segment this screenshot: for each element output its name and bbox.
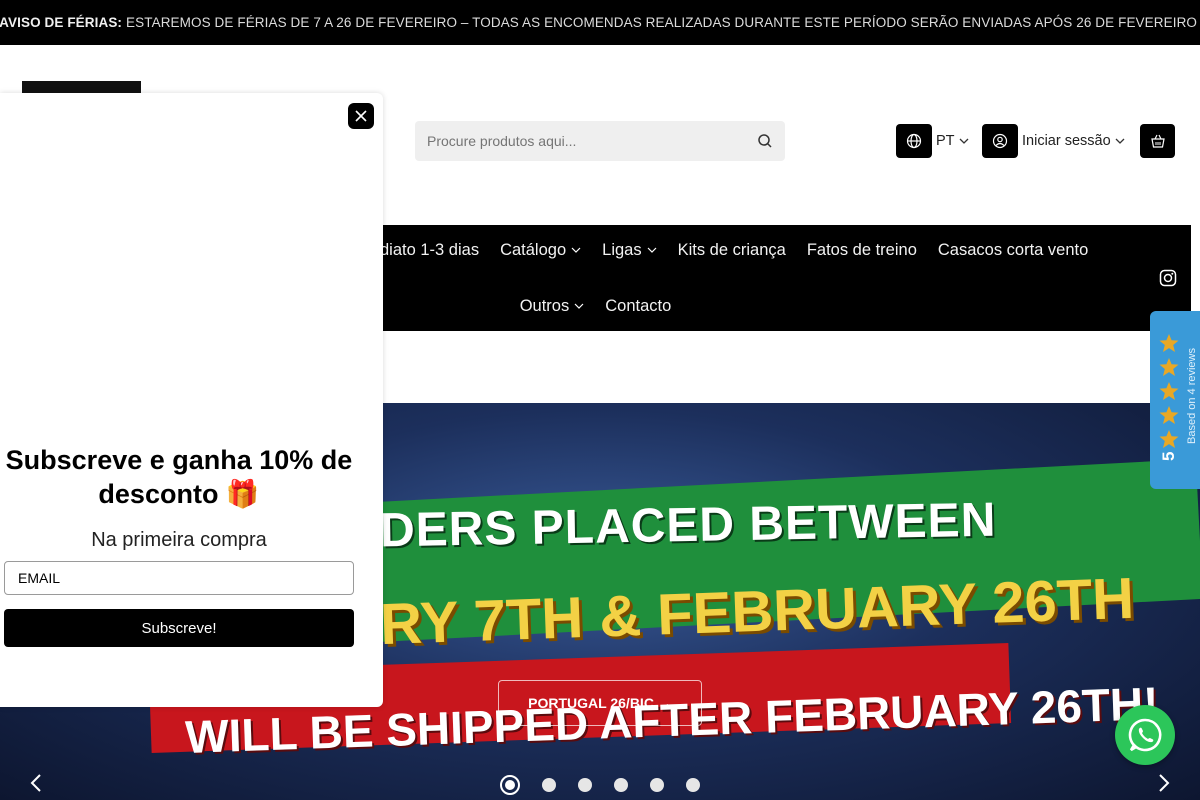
subscribe-button[interactable]: Subscreve!: [4, 609, 354, 647]
nav-item-fatos-treino[interactable]: Fatos de treino: [807, 241, 917, 260]
whatsapp-button[interactable]: [1115, 705, 1175, 765]
login-label: Iniciar sessão: [1022, 133, 1111, 149]
chevron-down-icon: [647, 247, 657, 253]
star-icon: [1159, 406, 1179, 424]
star-icon: [1159, 334, 1179, 352]
popup-title: Subscreve e ganha 10% de desconto 🎁: [5, 445, 353, 509]
announcement-label: AVISO DE FÉRIAS:: [0, 15, 123, 30]
newsletter-popup: Subscreve e ganha 10% de desconto 🎁 Na p…: [0, 93, 383, 707]
cart-button[interactable]: [1140, 124, 1175, 158]
slide-dot[interactable]: [542, 778, 556, 792]
search-icon[interactable]: [757, 133, 773, 149]
whatsapp-icon: [1128, 718, 1162, 752]
reviews-badge[interactable]: Based on 4 reviews 5: [1150, 311, 1200, 489]
globe-icon[interactable]: [896, 124, 932, 158]
slide-dot[interactable]: [686, 778, 700, 792]
language-selector[interactable]: PT: [896, 124, 969, 158]
nav-item-ligas[interactable]: Ligas: [602, 241, 657, 260]
nav-item-kits-crianca[interactable]: Kits de criança: [678, 241, 786, 260]
instagram-icon[interactable]: [1159, 269, 1177, 287]
slide-dot[interactable]: [500, 775, 520, 795]
language-label: PT: [936, 133, 955, 149]
nav-item-outros[interactable]: Outros: [520, 297, 585, 316]
search-input[interactable]: [427, 133, 757, 149]
announcement-bar: 🔥🌴 AVISO DE FÉRIAS: ESTAREMOS DE FÉRIAS …: [0, 0, 1200, 45]
chevron-down-icon: [574, 303, 584, 309]
reviews-count-text: Based on 4 reviews: [1186, 348, 1198, 444]
search-bar: [415, 121, 785, 161]
basket-icon[interactable]: [1140, 124, 1175, 158]
star-icon: [1159, 382, 1179, 400]
slide-dot[interactable]: [650, 778, 664, 792]
popup-subtitle: Na primeira compra: [91, 529, 267, 551]
chevron-left-icon[interactable]: [26, 771, 46, 795]
slide-dots: [500, 775, 700, 795]
nav-item-catalogo[interactable]: Catálogo: [500, 241, 581, 260]
hero-line-1: DERS PLACED BETWEEN: [379, 493, 997, 558]
close-button[interactable]: [348, 103, 374, 129]
announcement-text: ESTAREMOS DE FÉRIAS DE 7 A 26 DE FEVEREI…: [126, 14, 1200, 30]
account-menu[interactable]: Iniciar sessão: [982, 124, 1125, 158]
nav-item-casacos[interactable]: Casacos corta vento: [938, 241, 1088, 260]
hero-cta-button[interactable]: PORTUGAL 26/BIC →: [498, 680, 702, 726]
nav-item-immediate[interactable]: diato 1-3 dias: [380, 241, 479, 260]
slide-dot[interactable]: [578, 778, 592, 792]
nav-item-contacto[interactable]: Contacto: [605, 297, 671, 316]
close-icon: [355, 110, 367, 122]
chevron-down-icon: [1115, 138, 1125, 144]
slide-dot[interactable]: [614, 778, 628, 792]
chevron-down-icon: [959, 138, 968, 144]
chevron-down-icon: [571, 247, 581, 253]
star-icon: [1159, 358, 1179, 376]
reviews-score: 5: [1159, 451, 1178, 461]
user-icon[interactable]: [982, 124, 1018, 158]
star-icon: [1159, 430, 1179, 448]
email-field[interactable]: EMAIL: [4, 561, 354, 595]
chevron-right-icon[interactable]: [1154, 771, 1174, 795]
